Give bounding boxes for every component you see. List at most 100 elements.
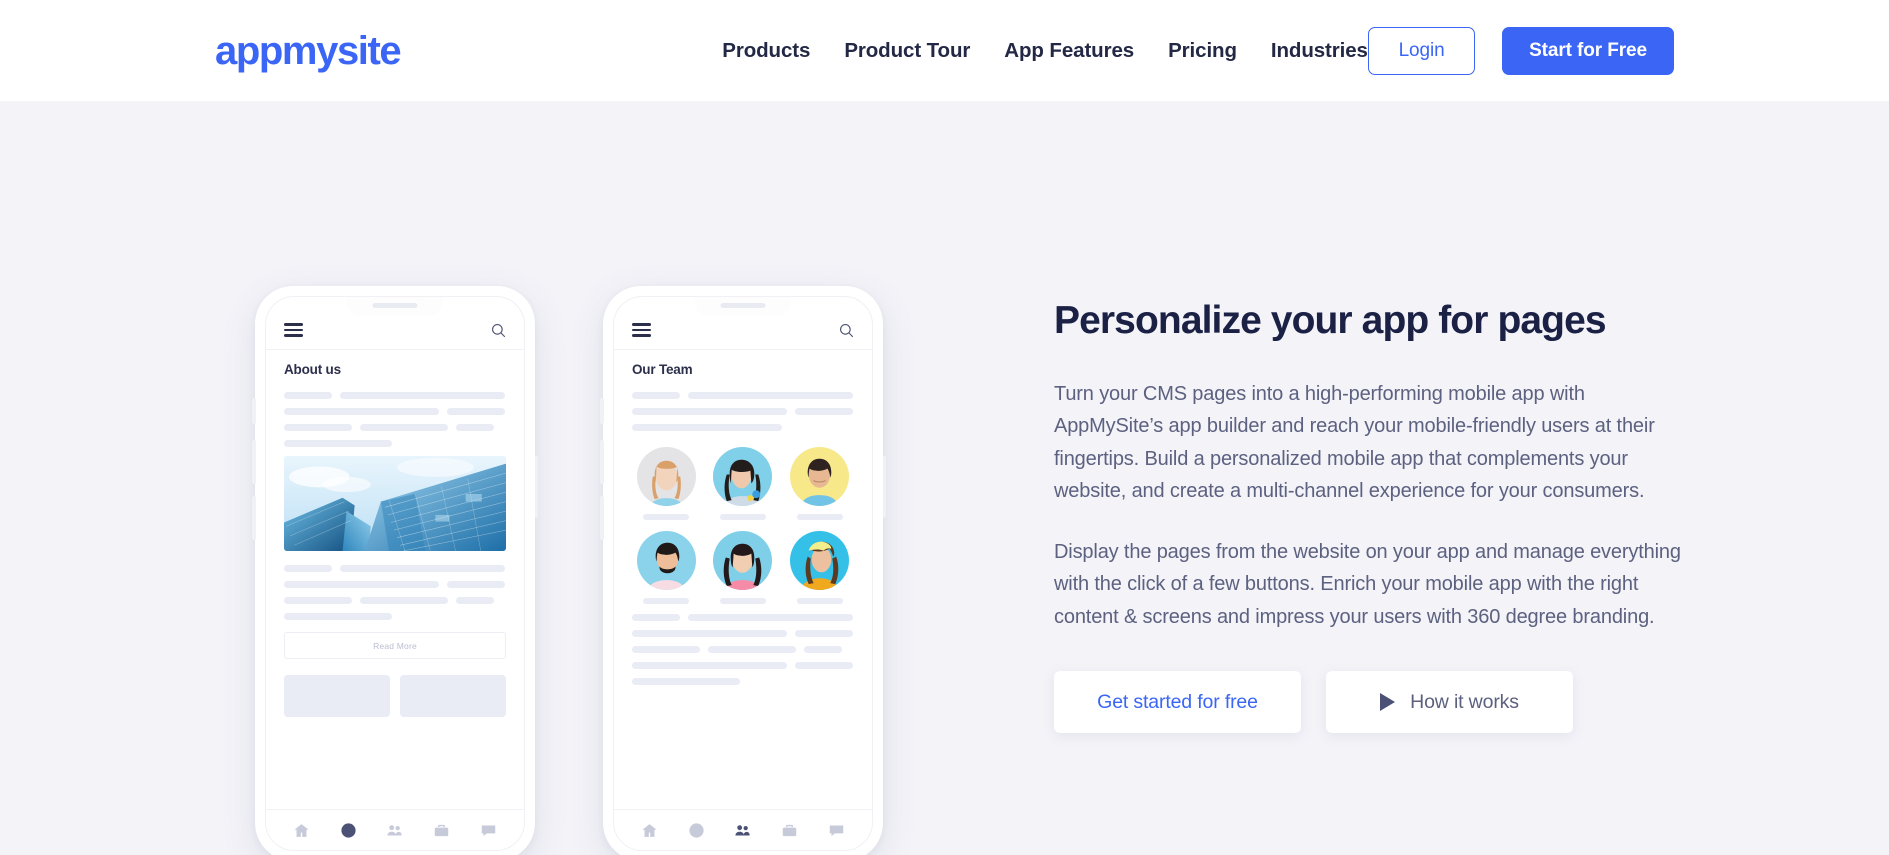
avatar-name-placeholder (719, 514, 766, 520)
phone2-content: Our Team (614, 350, 872, 809)
phone-side-button-mute (252, 398, 256, 424)
skeleton-row (284, 408, 506, 415)
nav-item-app-features[interactable]: App Features (1004, 39, 1134, 63)
home-icon[interactable] (641, 822, 658, 839)
phone2-tabbar (614, 809, 872, 850)
skeleton-line (284, 440, 392, 447)
phone1-page-title: About us (284, 362, 341, 377)
skeleton-line (632, 630, 787, 637)
home-icon[interactable] (293, 822, 310, 839)
info-icon[interactable] (688, 822, 705, 839)
skeleton-line (632, 646, 700, 653)
skeleton-line (632, 424, 782, 431)
info-icon[interactable] (340, 822, 357, 839)
skeleton-row (284, 392, 506, 399)
site-header: appmysite Products Product Tour App Feat… (0, 0, 1889, 101)
skeleton-line (284, 565, 332, 572)
team-member[interactable] (632, 531, 701, 604)
avatar-name-placeholder (796, 598, 843, 604)
team-member[interactable] (785, 531, 854, 604)
skeleton-row (632, 678, 854, 685)
avatar (790, 447, 850, 506)
skeleton-row (632, 614, 854, 621)
chat-icon[interactable] (828, 822, 845, 839)
team-member[interactable] (785, 447, 854, 520)
phone-side-button-vol-up (600, 440, 604, 484)
phone2-page-title: Our Team (632, 362, 693, 377)
skeleton-line (284, 408, 439, 415)
skeleton-row (632, 392, 854, 399)
hero-cta-group: Get started for free How it works (1054, 671, 1694, 734)
chat-icon[interactable] (480, 822, 497, 839)
skeleton-line (340, 392, 505, 399)
phone-mockup-about-us: About us Read More (252, 286, 538, 855)
read-more-button[interactable]: Read More (284, 632, 506, 659)
skeleton-row (632, 646, 854, 653)
phone1-notch (347, 297, 443, 316)
skeleton-line (284, 424, 352, 431)
phone-mockup-our-team: Our Team (600, 286, 886, 855)
skeleton-row (632, 630, 854, 637)
hero-paragraph-1: Turn your CMS pages into a high-performi… (1054, 382, 1655, 503)
hero-copy: Personalize your app for pages Turn your… (1054, 299, 1694, 734)
phone-side-button-power (534, 456, 538, 518)
avatar (636, 531, 696, 590)
search-icon[interactable] (839, 323, 854, 338)
header-actions: Login Start for Free (1368, 26, 1674, 75)
logo-part-site: site (336, 28, 402, 73)
nav-item-product-tour[interactable]: Product Tour (844, 39, 970, 63)
phone1-speaker (372, 303, 418, 308)
skeleton-row (284, 424, 506, 431)
team-member[interactable] (632, 447, 701, 520)
skeleton-row (632, 662, 854, 669)
people-icon[interactable] (386, 822, 403, 839)
skeleton-row (284, 565, 506, 572)
nav-item-products[interactable]: Products (722, 39, 810, 63)
avatar-name-placeholder (643, 514, 690, 520)
placeholder-card (284, 675, 390, 717)
get-started-button[interactable]: Get started for free (1054, 671, 1301, 734)
play-icon (1380, 693, 1396, 712)
login-button[interactable]: Login (1368, 26, 1476, 75)
skeleton-line (632, 662, 787, 669)
team-member[interactable] (709, 531, 778, 604)
phone-side-button-vol-down (252, 496, 256, 540)
page-title: Personalize your app for pages (1054, 299, 1607, 342)
team-member[interactable] (709, 447, 778, 520)
hero-paragraph-2: Display the pages from the website on yo… (1054, 540, 1681, 628)
briefcase-icon[interactable] (781, 822, 798, 839)
phone2-speaker (720, 303, 766, 308)
skeleton-line (456, 597, 494, 604)
phone2-screen: Our Team (613, 296, 873, 851)
start-for-free-button[interactable]: Start for Free (1502, 26, 1674, 75)
phone2-notch (695, 297, 791, 316)
avatar-name-placeholder (796, 514, 843, 520)
people-icon[interactable] (734, 822, 751, 839)
hamburger-menu-icon[interactable] (632, 323, 651, 337)
nav-item-industries[interactable]: Industries (1271, 39, 1368, 63)
skeleton-line (360, 597, 448, 604)
logo[interactable]: appmysite (215, 28, 402, 73)
phone1-content: About us Read More (266, 350, 524, 809)
main-navigation: Products Product Tour App Features Prici… (722, 39, 1368, 63)
hamburger-menu-icon[interactable] (284, 323, 303, 337)
nav-item-pricing[interactable]: Pricing (1168, 39, 1237, 63)
skeleton-line (708, 646, 796, 653)
skeleton-row (284, 581, 506, 588)
skeleton-line (688, 614, 853, 621)
team-members-grid (632, 447, 854, 604)
skeleton-line (632, 408, 787, 415)
hero-section: About us Read More Our Team Personalize … (0, 101, 1889, 855)
avatar-name-placeholder (643, 598, 690, 604)
skeleton-row (632, 408, 854, 415)
phone-mockups: About us Read More Our Team (252, 286, 886, 855)
skeleton-line (284, 392, 332, 399)
logo-part-my: my (281, 28, 338, 73)
search-icon[interactable] (491, 323, 506, 338)
how-it-works-button[interactable]: How it works (1326, 671, 1573, 734)
skeleton-row (284, 597, 506, 604)
building-photo (284, 456, 506, 551)
briefcase-icon[interactable] (433, 822, 450, 839)
skeleton-line (360, 424, 448, 431)
skeleton-line (795, 630, 853, 637)
